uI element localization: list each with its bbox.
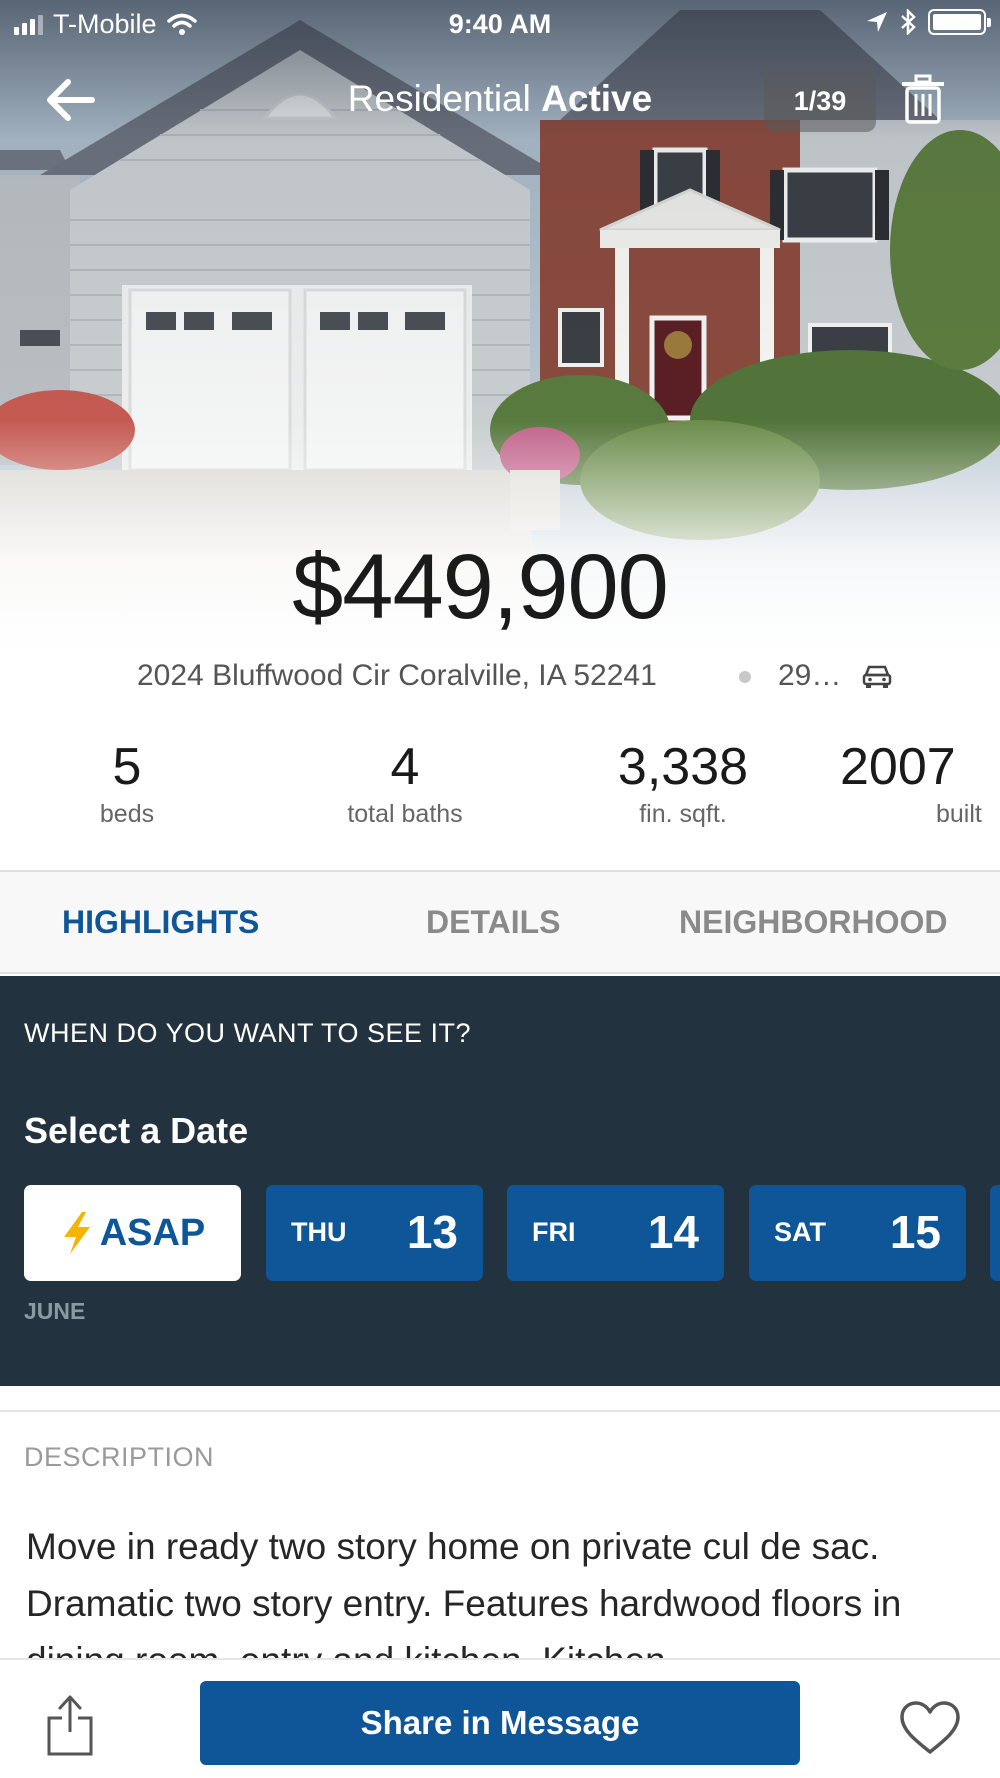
description-heading: DESCRIPTION [24,1442,215,1472]
stat-label: built [936,800,982,828]
select-date-title: Select a Date [24,1110,249,1151]
share-in-message-button[interactable]: Share in Message [200,1681,800,1765]
section-divider [0,1410,1000,1412]
tab-details[interactable]: DETAILS [426,872,561,972]
date-chip-next[interactable] [990,1185,1000,1281]
stat-label: total baths [347,800,463,828]
stat-value: 5 [112,738,142,796]
date-weekday: FRI [532,1217,576,1247]
date-chip-thu[interactable]: THU 13 [266,1185,483,1281]
bluetooth-icon [901,9,916,35]
separator-dot [739,671,751,683]
listing-type: Residential [347,78,531,119]
asap-label: ASAP [99,1211,206,1254]
share-icon[interactable] [46,1694,94,1756]
date-chip-fri[interactable]: FRI 14 [507,1185,724,1281]
date-number: 15 [889,1206,941,1258]
description-text: Move in ready two story home on private … [26,1526,902,1658]
battery-icon [928,9,991,35]
stat-year-built: 2007 built [840,735,1000,829]
lightning-bolt-icon [63,1212,90,1254]
bottom-action-bar: Share in Message [0,1658,1000,1778]
listing-status: Active [541,78,653,119]
date-weekday: THU [291,1217,347,1247]
date-chip-sat[interactable]: SAT 15 [749,1185,966,1281]
schedule-tour-panel: WHEN DO YOU WANT TO SEE IT? Select a Dat… [0,976,1000,1386]
stat-sqft: 3,338 fin. sqft. [563,735,803,829]
date-number: 13 [406,1206,458,1258]
stat-baths: 4 total baths [285,735,525,829]
stat-beds: 5 beds [7,735,247,829]
stat-label: fin. sqft. [639,800,727,828]
listing-address[interactable]: 2024 Bluffwood Cir Coralville, IA 52241 [137,659,657,693]
listing-price: $449,900 [292,536,669,638]
date-weekday: SAT [774,1217,826,1247]
asap-button[interactable]: ASAP [24,1185,241,1281]
date-number: 14 [647,1206,699,1258]
schedule-heading: WHEN DO YOU WANT TO SEE IT? [24,1018,472,1048]
car-icon [862,665,892,688]
status-bar: T-Mobile 9:40 AM [0,0,1000,50]
stat-value: 3,338 [617,738,749,796]
stat-value: 4 [390,738,420,796]
heart-icon[interactable] [898,1700,962,1756]
stat-label: beds [99,800,155,828]
stat-value: 2007 [840,738,956,796]
location-arrow-icon [867,12,887,32]
photo-counter: 1/39 [764,70,876,132]
tab-highlights[interactable]: HIGHLIGHTS [62,872,259,972]
month-label: JUNE [24,1298,86,1324]
property-stats: 5 beds 4 total baths 3,338 fin. sqft. 20… [0,735,1000,835]
detail-tabs: HIGHLIGHTS DETAILS NEIGHBORHOOD [0,870,1000,974]
trash-icon[interactable] [900,74,946,124]
status-icons [866,9,991,35]
drive-time[interactable]: 29… [778,659,841,693]
tab-neighborhood[interactable]: NEIGHBORHOOD [679,872,947,972]
status-time: 9:40 AM [448,9,552,39]
